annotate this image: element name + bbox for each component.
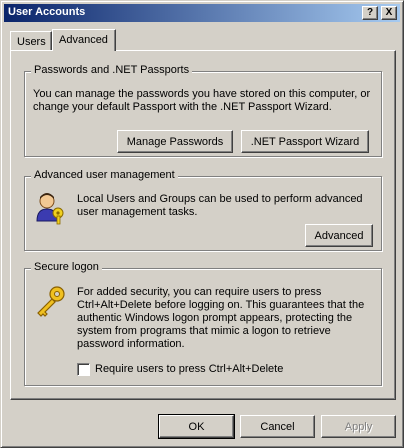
title-bar[interactable]: User Accounts ? X (4, 4, 400, 22)
help-icon: ? (366, 7, 374, 18)
advanced-mgmt-group-title: Advanced user management (31, 169, 178, 181)
user-accounts-dialog: User Accounts ? X Users Advanced Passwor… (0, 0, 404, 448)
passports-description: You can manage the passwords you have st… (33, 88, 371, 113)
cancel-label: Cancel (260, 420, 295, 433)
tab-panel-advanced: Passwords and .NET Passports You can man… (10, 50, 396, 400)
ok-label: OK (188, 420, 205, 433)
passport-wizard-label: .NET Passport Wizard (250, 135, 360, 148)
tab-advanced[interactable]: Advanced (52, 29, 116, 51)
advanced-button[interactable]: Advanced (305, 224, 373, 247)
ok-button[interactable]: OK (158, 414, 235, 439)
passports-group-title: Passwords and .NET Passports (31, 64, 193, 76)
advanced-mgmt-description: Local Users and Groups can be used to pe… (77, 193, 363, 218)
secure-logon-group-title: Secure logon (31, 261, 102, 273)
tab-advanced-label: Advanced (59, 34, 108, 46)
users-icon (36, 193, 64, 225)
tab-users-label: Users (17, 36, 46, 48)
secure-logon-description: For added security, you can require user… (77, 286, 365, 350)
secure-logon-group: Secure logon For added security, you can… (24, 261, 382, 386)
key-icon (37, 286, 65, 317)
tab-users[interactable]: Users (10, 31, 52, 51)
apply-button[interactable]: Apply (321, 415, 396, 438)
advanced-button-label: Advanced (314, 229, 364, 242)
advanced-mgmt-group: Advanced user management Local Users and… (24, 169, 382, 251)
cancel-button[interactable]: Cancel (240, 415, 315, 438)
require-ctrl-alt-del-checkbox[interactable] (77, 363, 90, 376)
passport-wizard-button[interactable]: .NET Passport Wizard (241, 130, 369, 153)
manage-passwords-label: Manage Passwords (126, 135, 224, 148)
close-button[interactable]: X (381, 6, 397, 20)
passports-group: Passwords and .NET Passports You can man… (24, 64, 382, 157)
require-ctrl-alt-del-label[interactable]: Require users to press Ctrl+Alt+Delete (95, 363, 283, 375)
manage-passwords-button[interactable]: Manage Passwords (117, 130, 233, 153)
close-icon: X (385, 7, 393, 18)
apply-label: Apply (344, 420, 373, 433)
help-button[interactable]: ? (362, 6, 378, 20)
window-title: User Accounts (8, 6, 86, 18)
